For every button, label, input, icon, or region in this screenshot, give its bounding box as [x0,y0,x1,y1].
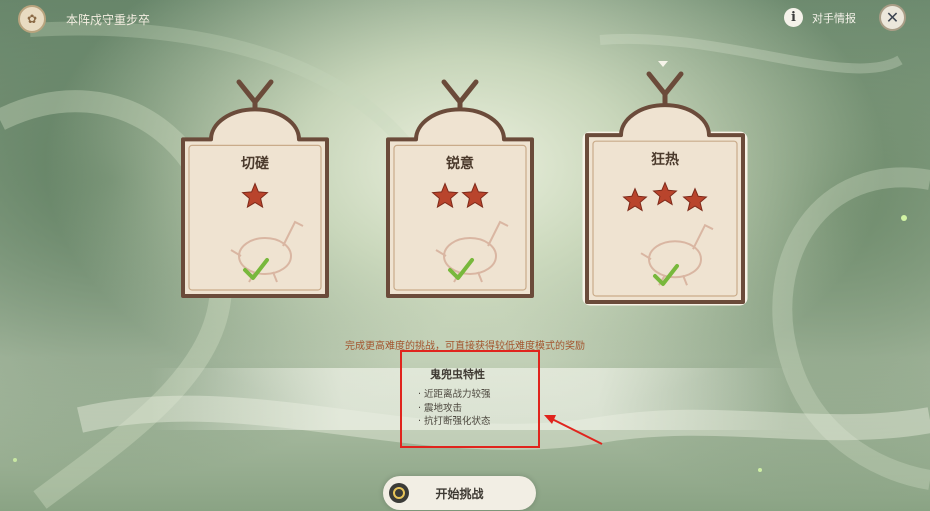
event-emblem-icon: ✿ [18,5,46,33]
difficulty-name: 锐意 [446,156,474,173]
event-title: 本阵戍守重步卒 [66,12,151,27]
annotation-highlight-box [400,350,540,448]
card-frame [386,79,534,298]
difficulty-card-3[interactable]: 狂热 [582,71,748,306]
event-header: ✿ 本阵戍守重步卒 [18,5,150,33]
close-button[interactable]: ✕ [879,4,906,31]
card-frame [181,79,329,298]
difficulty-name: 狂热 [651,152,679,169]
difficulty-card-1[interactable]: 切磋 [179,79,331,300]
opponent-info-button[interactable]: i 对手情报 [784,8,856,27]
start-challenge-button[interactable]: 开始挑战 [383,476,536,510]
difficulty-card-2[interactable]: 锐意 [384,79,536,300]
annotation-arrow-icon [544,415,603,445]
difficulty-name: 切磋 [241,156,269,173]
opponent-info-label: 对手情报 [812,11,856,25]
close-icon: ✕ [885,8,900,27]
start-challenge-label: 开始挑战 [435,487,484,501]
card-frame [582,71,748,306]
info-icon: i [784,8,803,27]
selected-indicator-icon [658,61,668,67]
